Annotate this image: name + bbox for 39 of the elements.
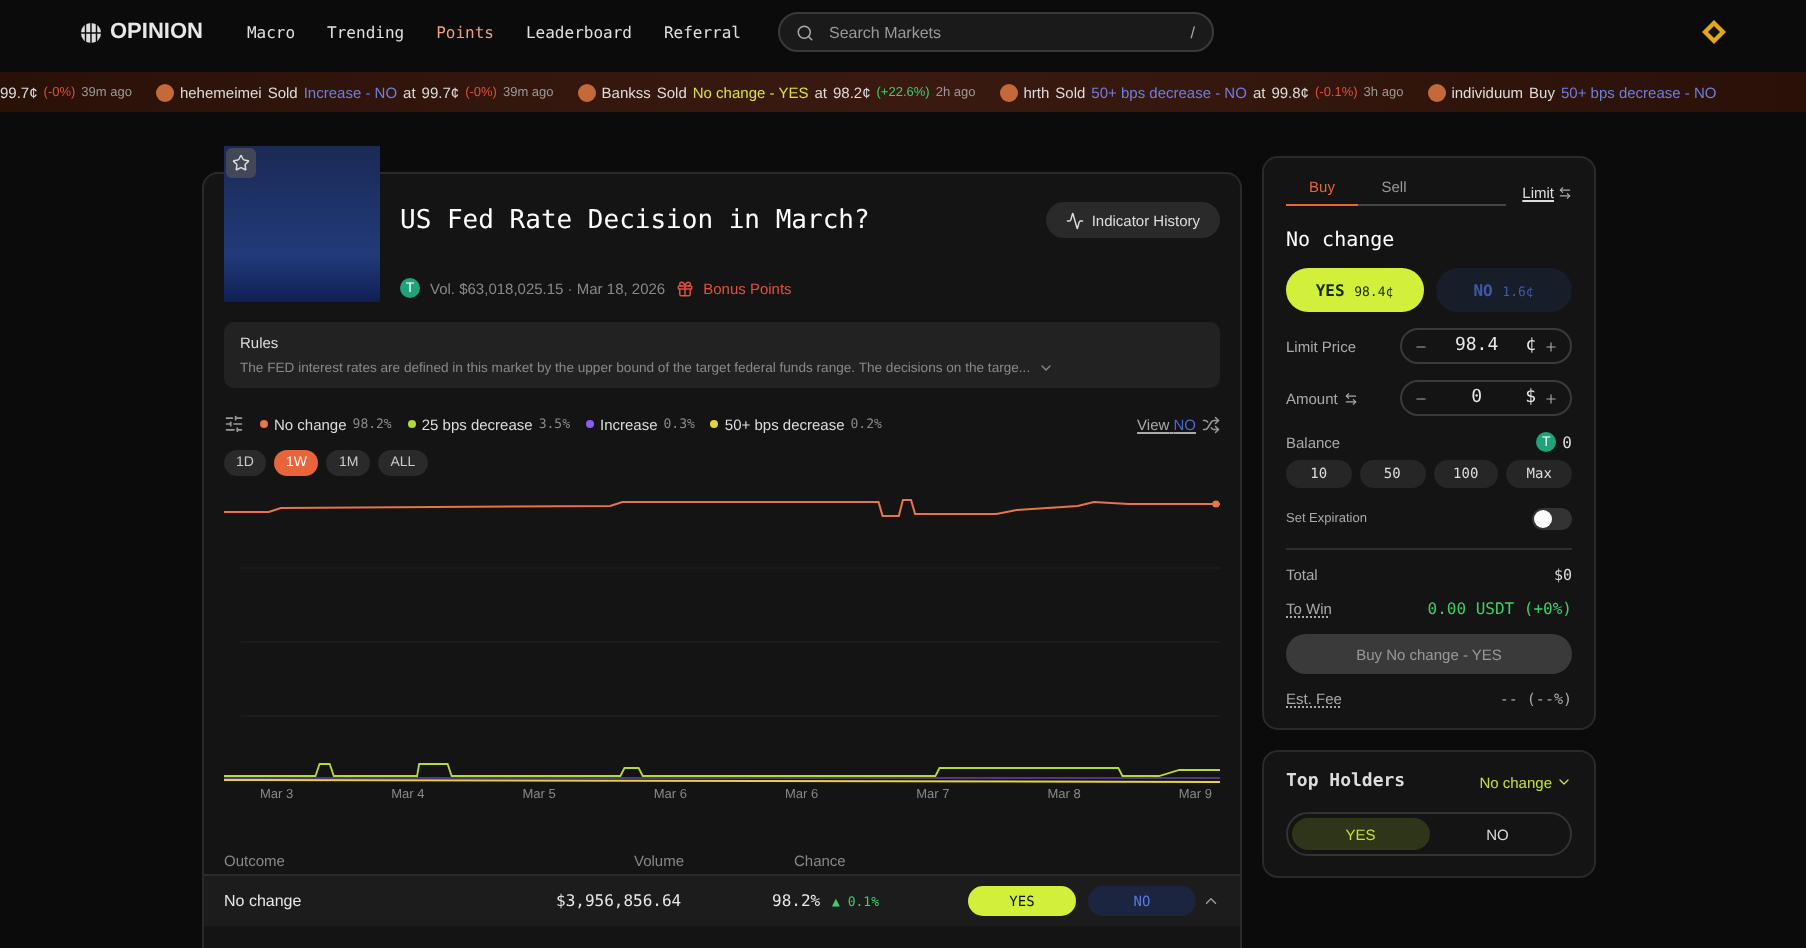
nav-link[interactable]: Referral xyxy=(663,23,741,41)
to-win-value: 0.00 USDT (+0%) xyxy=(1427,600,1572,618)
search-icon xyxy=(795,23,813,41)
limit-price-field[interactable]: 98.4 ¢ xyxy=(1400,328,1572,364)
plus-icon[interactable] xyxy=(1544,339,1558,353)
section-title: Top Holders xyxy=(1286,772,1406,792)
chevron-up-icon[interactable] xyxy=(1202,892,1220,910)
amount-field[interactable]: 0 $ xyxy=(1400,380,1572,416)
volume-cell-text: $3,956,856.64 xyxy=(556,892,684,910)
chance-cell-text: 98.2% xyxy=(772,892,823,910)
swap-icon[interactable] xyxy=(1558,185,1572,199)
avatar-icon xyxy=(155,83,174,101)
nav-link[interactable]: Trending xyxy=(327,23,405,41)
avatar-icon xyxy=(577,83,596,101)
activity-icon xyxy=(1065,211,1084,229)
swap-icon[interactable] xyxy=(1343,391,1358,405)
nav-link[interactable]: Macro xyxy=(246,23,296,41)
shortcut-hint: / xyxy=(1190,23,1195,41)
expiration-toggle[interactable] xyxy=(1532,508,1572,530)
plus-icon[interactable] xyxy=(1544,391,1558,405)
filter-icon[interactable] xyxy=(224,414,244,434)
nav-link[interactable]: Points xyxy=(436,23,494,41)
favorite-button[interactable] xyxy=(226,148,256,178)
coin-icon[interactable] xyxy=(1702,20,1726,44)
globe-logo-icon[interactable] xyxy=(80,21,102,43)
balance-value: 0 xyxy=(1562,433,1572,451)
gift-icon xyxy=(675,279,694,297)
outcome-title: No change xyxy=(1286,230,1397,252)
outcome-name: No change xyxy=(224,892,304,910)
search-field[interactable]: Search Markets xyxy=(825,21,1179,43)
market-title: US Fed Rate Decision in March? xyxy=(400,205,870,235)
chevron-down-icon xyxy=(1038,360,1055,376)
nav-link[interactable]: Leaderboard xyxy=(525,23,632,41)
chevron-down-icon[interactable] xyxy=(1556,774,1572,790)
avatar-icon xyxy=(1427,83,1446,101)
site-logo[interactable]: OPINION xyxy=(110,20,203,44)
search-bar[interactable]: Search Markets / xyxy=(777,12,1213,52)
avatar-icon xyxy=(999,83,1018,101)
shuffle-icon[interactable] xyxy=(1202,415,1220,433)
